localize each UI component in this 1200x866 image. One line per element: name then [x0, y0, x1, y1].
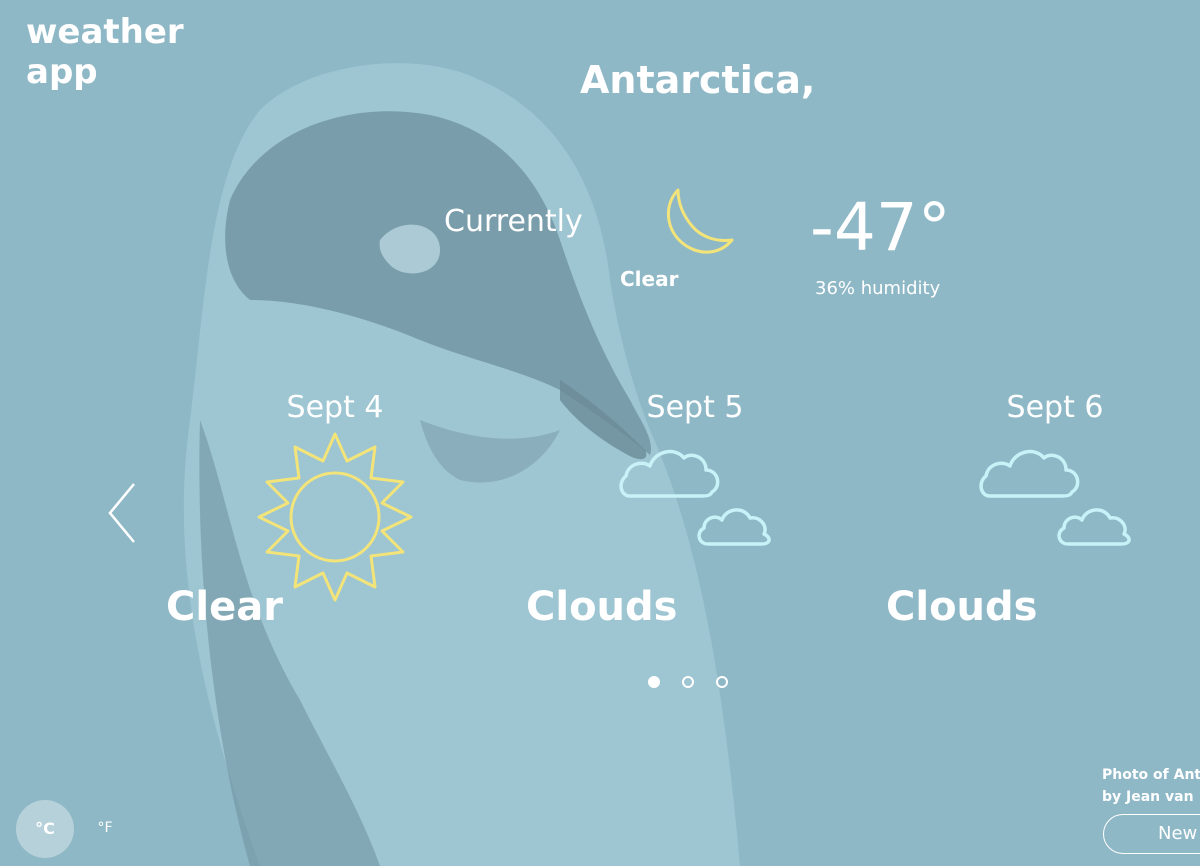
photo-credit-line: Photo of Ant	[1102, 767, 1200, 783]
fahrenheit-toggle[interactable]: °F	[88, 820, 122, 840]
current-temperature: -47°	[810, 189, 951, 266]
celsius-toggle[interactable]: °C	[16, 800, 74, 858]
forecast-date: Sept 6	[1006, 390, 1104, 425]
new-photo-button[interactable]: New	[1103, 814, 1200, 854]
pagination-dot-2[interactable]	[682, 676, 694, 688]
pagination-dot-3[interactable]	[716, 676, 728, 688]
current-humidity: 36% humidity	[815, 278, 941, 299]
moon-icon	[667, 188, 734, 254]
current-condition: Clear	[620, 267, 679, 291]
app-title: weather app	[26, 12, 184, 92]
app-screen: weather app Antarctica, Currently Clear …	[0, 0, 1200, 866]
carousel-pagination	[648, 676, 728, 694]
forecast-condition: Clouds	[886, 584, 1038, 630]
forecast-day: Sept 6 Clouds	[886, 390, 1200, 640]
location-title: Antarctica,	[580, 58, 816, 102]
photo-credit-line: by Jean van	[1102, 789, 1194, 805]
clouds-icon	[619, 449, 771, 546]
photo-credit: Photo of Ant by Jean van	[1102, 764, 1200, 808]
forecast-condition: Clear	[166, 584, 283, 630]
forecast-condition: Clouds	[526, 584, 678, 630]
clouds-icon	[979, 449, 1131, 546]
forecast-day: Sept 5 Clouds	[526, 390, 860, 640]
pagination-dot-1[interactable]	[648, 676, 660, 688]
sun-icon	[257, 432, 413, 602]
chevron-left-icon[interactable]	[104, 480, 140, 546]
forecast-day: Sept 4 Clear	[166, 390, 500, 640]
forecast-date: Sept 5	[646, 390, 744, 425]
forecast-date: Sept 4	[286, 390, 384, 425]
currently-label: Currently	[444, 204, 583, 239]
